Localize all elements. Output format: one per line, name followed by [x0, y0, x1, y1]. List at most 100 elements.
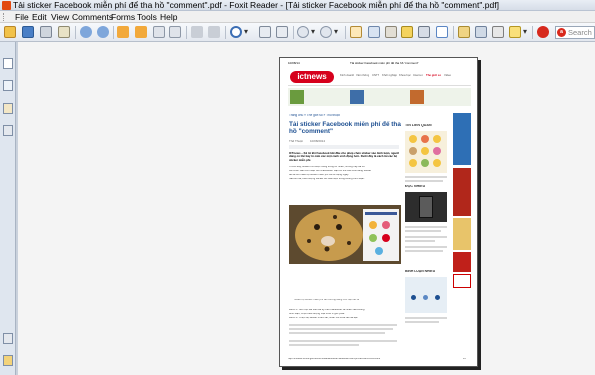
nav-khoi-nghiep[interactable]: Khởi nghiệp	[382, 74, 397, 77]
site-header: ictnews Kinh doanh Viễn thông CNTT Khởi …	[288, 70, 471, 86]
body2-line-2: bình luận, chọn biểu tượng mặt cười ở gó…	[289, 313, 345, 315]
ad-banner-food[interactable]	[453, 218, 471, 250]
zoom-icon[interactable]	[230, 26, 242, 38]
search-engine-icon: a	[557, 28, 566, 37]
select-text-icon[interactable]	[368, 26, 380, 38]
save-icon[interactable]	[22, 26, 34, 38]
toolbar-separator	[186, 26, 187, 39]
text-line-placeholder	[405, 250, 443, 252]
article-image	[289, 205, 401, 264]
first-page-icon[interactable]	[153, 26, 165, 38]
last-page-icon[interactable]	[169, 26, 181, 38]
menu-grip-icon	[3, 13, 7, 21]
ad-banner-pizza[interactable]	[453, 252, 471, 272]
body2-line-1: Bước 1: Mở một bài viết bất kỳ trên Face…	[289, 309, 365, 311]
text-line-placeholder	[405, 236, 447, 238]
comment-dropdown[interactable]: ▾	[523, 25, 527, 39]
email-icon[interactable]	[58, 26, 70, 38]
nav-khoa-hoc[interactable]: Khoa học	[399, 74, 411, 77]
menu-edit[interactable]: Edit	[32, 11, 47, 23]
menu-help[interactable]: Help	[160, 11, 177, 23]
pdf-header-date: 10/08/14	[288, 62, 300, 65]
highlight-icon[interactable]	[401, 26, 413, 38]
zoom-in-icon[interactable]	[320, 26, 332, 38]
toolbar-separator	[75, 26, 76, 39]
fit-width-icon[interactable]	[276, 26, 288, 38]
fit-page-icon[interactable]	[259, 26, 271, 38]
ask-icon[interactable]	[537, 26, 549, 38]
layers-icon[interactable]	[3, 103, 13, 114]
related-thumb	[405, 131, 447, 173]
attachments-icon[interactable]	[3, 125, 13, 136]
text-line-placeholder	[405, 240, 435, 242]
menu-forms[interactable]: Forms	[111, 11, 135, 23]
most-read-title: ĐỌC NHIỀU	[405, 185, 426, 188]
phone-image	[419, 196, 433, 218]
related-title: TIN LIÊN QUAN	[405, 124, 432, 127]
toolbar: ▾ ▾ ▾ ▾ a Search do	[0, 23, 595, 42]
dot-icon	[423, 295, 428, 300]
print-icon[interactable]	[40, 26, 52, 38]
toolbar-separator	[345, 26, 346, 39]
pdf-page[interactable]: 10/08/14 Tải sticker Facebook miễn phí đ…	[279, 57, 478, 367]
open-folder-icon[interactable]	[4, 26, 16, 38]
nav-vien-thong[interactable]: Viễn thông	[356, 74, 369, 77]
back-arrow-icon[interactable]	[117, 26, 129, 38]
breadcrumb[interactable]: Trang chủ » Thế giới số » Thủ thuật	[289, 114, 340, 118]
body-line-1: Trước đây, sticker chỉ được dùng trong t…	[289, 166, 365, 168]
forward-arrow-icon[interactable]	[135, 26, 147, 38]
ad-banner-phone[interactable]	[453, 274, 471, 288]
article-sapo: ICTnews – Kể từ khi Facebook bắt đầu cho…	[289, 152, 400, 162]
text-line-placeholder	[405, 321, 439, 323]
text-line-placeholder	[289, 340, 397, 342]
search-input[interactable]: a Search do	[555, 26, 595, 39]
nav-kinh-doanh[interactable]: Kinh doanh	[340, 74, 354, 77]
signature-icon[interactable]	[3, 355, 13, 366]
text-line-placeholder	[405, 317, 447, 319]
zoom-in-dropdown[interactable]: ▾	[334, 25, 338, 39]
menu-comments[interactable]: Comments	[72, 11, 113, 23]
zoom-out-icon[interactable]	[297, 26, 309, 38]
toolbar-separator	[453, 26, 454, 39]
comments-panel-icon[interactable]	[3, 333, 13, 344]
image-caption: Nhiều bộ sticker miễn phí dễ thương đang…	[294, 299, 360, 301]
text-line-placeholder	[405, 230, 441, 232]
hand-tool-icon[interactable]	[350, 26, 362, 38]
ad-banner-red[interactable]	[453, 168, 471, 216]
banner-thumb-2	[350, 90, 364, 104]
zoom-dropdown-arrow[interactable]: ▾	[244, 25, 248, 39]
nav-internet[interactable]: Internet	[413, 74, 423, 77]
undo-icon[interactable]	[191, 26, 203, 38]
pages-icon[interactable]	[3, 80, 13, 91]
previous-page-icon[interactable]	[80, 26, 92, 38]
bookmarks-icon[interactable]	[3, 58, 13, 69]
nav-cntt[interactable]: CNTT	[372, 74, 379, 77]
text-box-icon[interactable]	[436, 26, 448, 38]
text-line-placeholder	[405, 246, 447, 248]
toolbar-separator	[293, 26, 294, 39]
note-icon[interactable]	[458, 26, 470, 38]
nav-video[interactable]: Video	[444, 74, 451, 77]
next-page-icon[interactable]	[97, 26, 109, 38]
ad-banner-blue[interactable]	[453, 113, 471, 165]
menu-tools[interactable]: Tools	[137, 11, 157, 23]
search-placeholder: Search do	[568, 28, 594, 37]
comment-icon[interactable]	[509, 26, 521, 38]
text-line-placeholder	[289, 328, 393, 330]
nav-the-gioi-so[interactable]: Thế giới số	[426, 74, 441, 77]
banner-thumb-1	[290, 90, 304, 104]
menu-file[interactable]: File	[15, 11, 29, 23]
menu-view[interactable]: View	[51, 11, 69, 23]
body2-line-3: Bước 2: Chọn bộ sticker muốn tải, nhấn n…	[289, 317, 359, 319]
redo-icon[interactable]	[208, 26, 220, 38]
pdf-footer-url: http://ictnews.vn/the-gioi-so/thu-thuat/…	[288, 358, 381, 360]
rectangle-tool-icon[interactable]	[492, 26, 504, 38]
zoom-out-dropdown[interactable]: ▾	[311, 25, 315, 39]
attachment-icon[interactable]	[475, 26, 487, 38]
typewriter-icon[interactable]	[418, 26, 430, 38]
snapshot-icon[interactable]	[385, 26, 397, 38]
menu-bar: File Edit View Comments Forms Tools Help	[0, 11, 595, 23]
toolbar-separator	[532, 26, 533, 39]
body-line-3: để tải về nhiều bộ sticker miễn phí và s…	[289, 174, 349, 176]
text-line-placeholder	[289, 324, 397, 326]
